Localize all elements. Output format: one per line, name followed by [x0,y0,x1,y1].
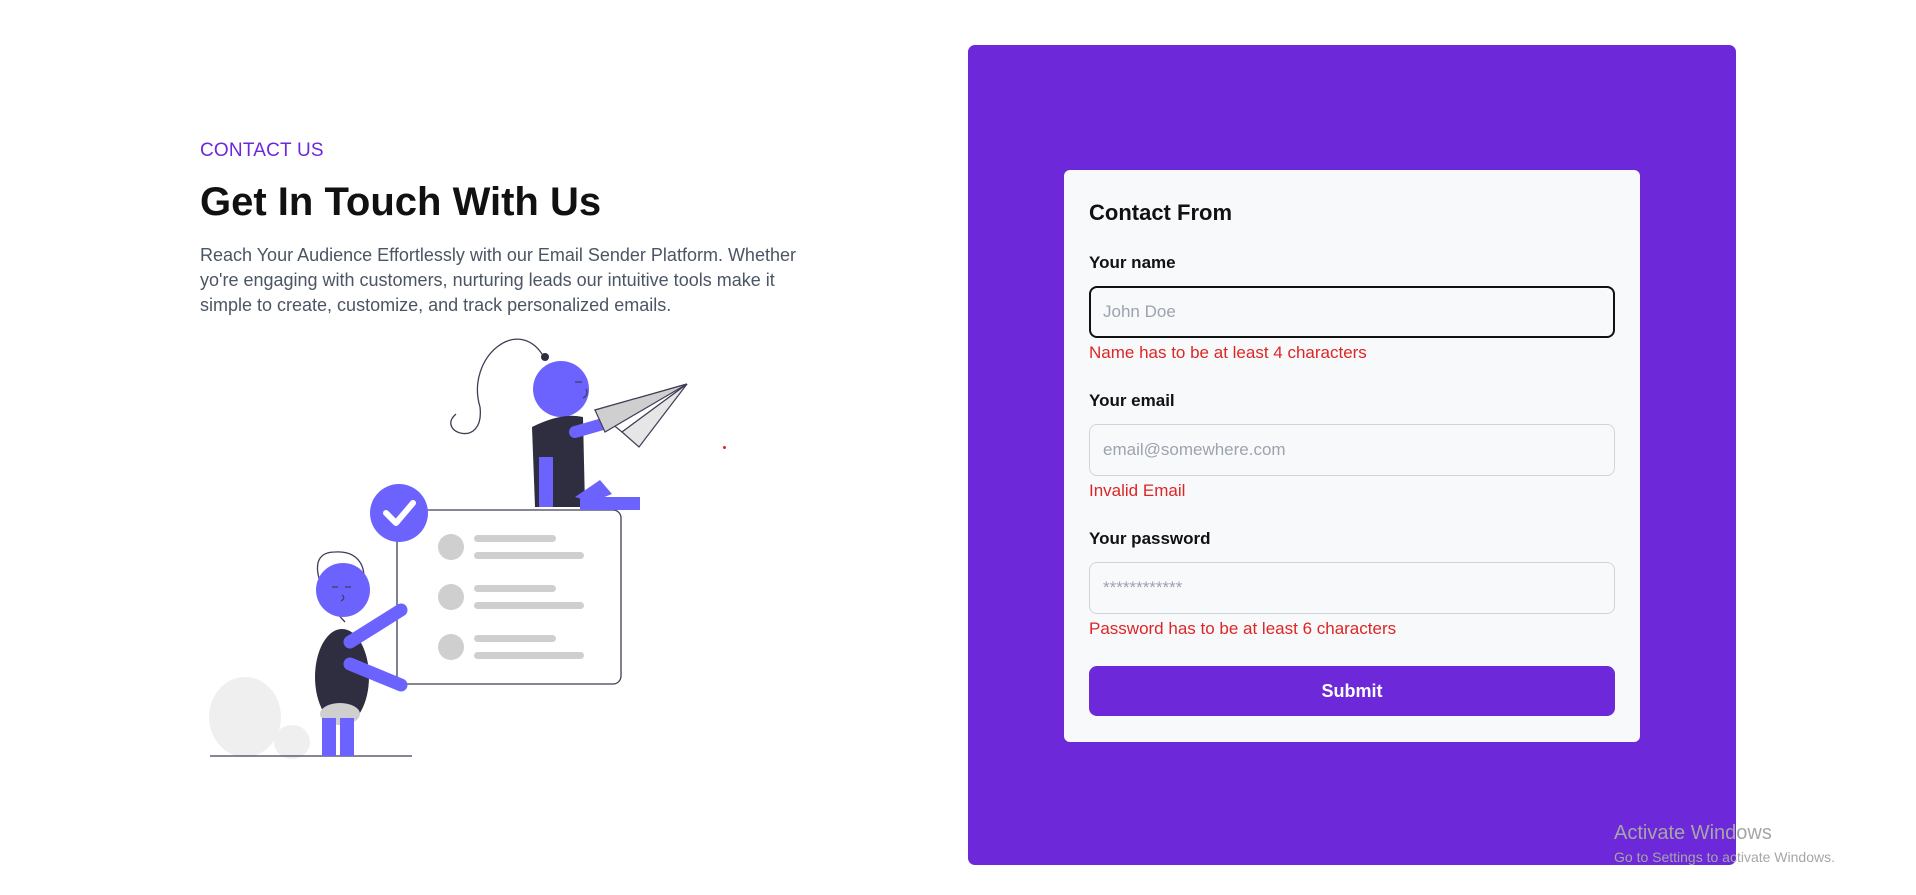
contact-form: Contact From Your name Name has to be at… [1064,170,1640,742]
paper-plane-icon [593,383,688,448]
windows-activation-watermark: Activate Windows Go to Settings to activ… [1614,822,1835,865]
name-error: Name has to be at least 4 characters [1089,343,1367,362]
watermark-title: Activate Windows [1614,822,1772,844]
checklist-card [396,509,622,685]
name-input[interactable] [1089,286,1615,338]
email-label: Your email [1089,391,1175,410]
check-badge-icon [370,484,428,542]
stray-dot [723,446,726,449]
email-input[interactable] [1089,424,1615,476]
password-label: Your password [1089,529,1211,548]
submit-button[interactable]: Submit [1089,666,1615,716]
password-input[interactable] [1089,562,1615,614]
plant-icon [209,677,310,759]
form-title: Contact From [1089,200,1232,225]
name-label: Your name [1089,253,1176,272]
intro-description: Reach Your Audience Effortlessly with ou… [200,245,796,315]
figure-holding-card [315,551,408,756]
contact-panel: Contact From Your name Name has to be at… [968,45,1736,865]
page-title: Get In Touch With Us [200,180,602,224]
email-error: Invalid Email [1089,481,1186,500]
password-error: Password has to be at least 6 characters [1089,619,1397,638]
contact-illustration [209,338,688,759]
watermark-subtitle: Go to Settings to activate Windows. [1614,849,1835,865]
eyebrow-label: CONTACT US [200,140,324,161]
